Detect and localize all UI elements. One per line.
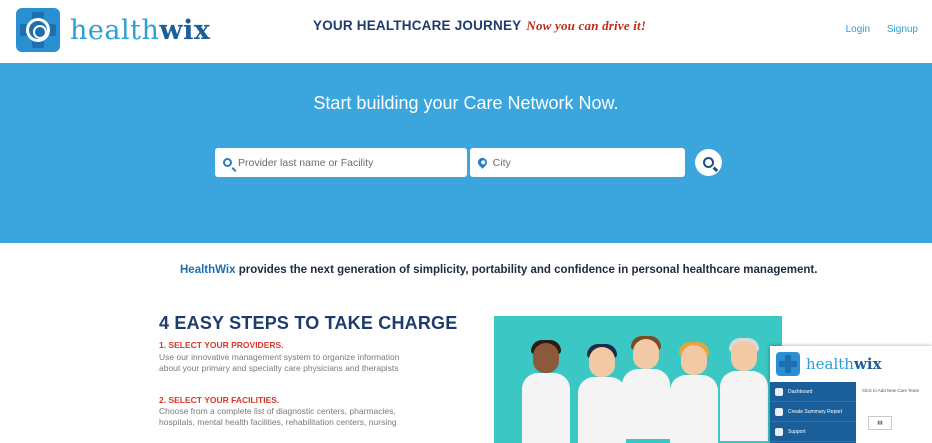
provider-search-field[interactable]: [215, 148, 467, 177]
report-icon: [775, 407, 783, 416]
search-icon: [223, 158, 232, 167]
hero-banner: Start building your Care Network Now.: [0, 63, 932, 243]
doctor-figure: [670, 342, 718, 443]
step-2-description: Choose from a complete list of diagnosti…: [159, 406, 397, 427]
search-button[interactable]: [695, 149, 722, 176]
preview-logo: healthwix: [776, 352, 882, 376]
doctor-figure: [720, 338, 768, 443]
preview-wordmark: healthwix: [806, 355, 882, 373]
city-search-field[interactable]: [470, 148, 685, 177]
intro-brand: HealthWix: [180, 264, 236, 276]
support-icon: [775, 427, 783, 436]
step-1-description: Use our innovative management system to …: [159, 352, 400, 373]
app-preview-screenshot: healthwix Dashboard Create Summary Repor…: [770, 346, 932, 443]
doctor-figure: [522, 340, 570, 443]
preview-menu-item: Dashboard: [770, 382, 856, 402]
header-tagline: YOUR HEALTHCARE JOURNEY Now you can drive…: [313, 18, 647, 33]
healthwix-logo[interactable]: healthwix: [16, 8, 210, 52]
hero-title: Start building your Care Network Now.: [313, 93, 619, 113]
tagline-emphasis: Now you can drive it!: [526, 18, 647, 33]
doctor-figure: [622, 336, 670, 443]
doctors-illustration: [494, 316, 782, 443]
preview-sidebar: Dashboard Create Summary Report Support: [770, 382, 856, 443]
provider-search-input[interactable]: [238, 156, 438, 169]
step-2-heading: 2. SELECT YOUR FACILITIES.: [159, 395, 280, 405]
site-header: healthwix YOUR HEALTHCARE JOURNEY Now you…: [0, 0, 932, 63]
login-link[interactable]: Login: [846, 24, 870, 35]
logo-wordmark: healthwix: [70, 14, 211, 46]
step-1-heading: 1. SELECT YOUR PROVIDERS.: [159, 340, 284, 350]
intro-statement: HealthWix provides the next generation o…: [180, 264, 817, 276]
steps-title: 4 EASY STEPS TO TAKE CHARGE: [159, 313, 458, 333]
preview-main-text: Click to Add New Care Team: [862, 388, 920, 393]
dashboard-icon: [775, 387, 783, 396]
search-icon: [703, 157, 714, 168]
medical-cross-fingerprint-icon: [16, 8, 60, 52]
doctor-figure: [578, 344, 626, 443]
city-input[interactable]: [492, 156, 685, 169]
preview-menu-item: Create Summary Report: [770, 402, 856, 422]
signup-link[interactable]: Signup: [887, 24, 918, 35]
auth-links: Login Signup: [832, 24, 918, 35]
intro-text: provides the next generation of simplici…: [235, 264, 818, 276]
medical-cross-icon: [776, 352, 800, 376]
preview-menu-item: Support: [770, 422, 856, 442]
preview-widget: ▮▮: [868, 416, 892, 430]
map-pin-icon: [476, 156, 489, 169]
